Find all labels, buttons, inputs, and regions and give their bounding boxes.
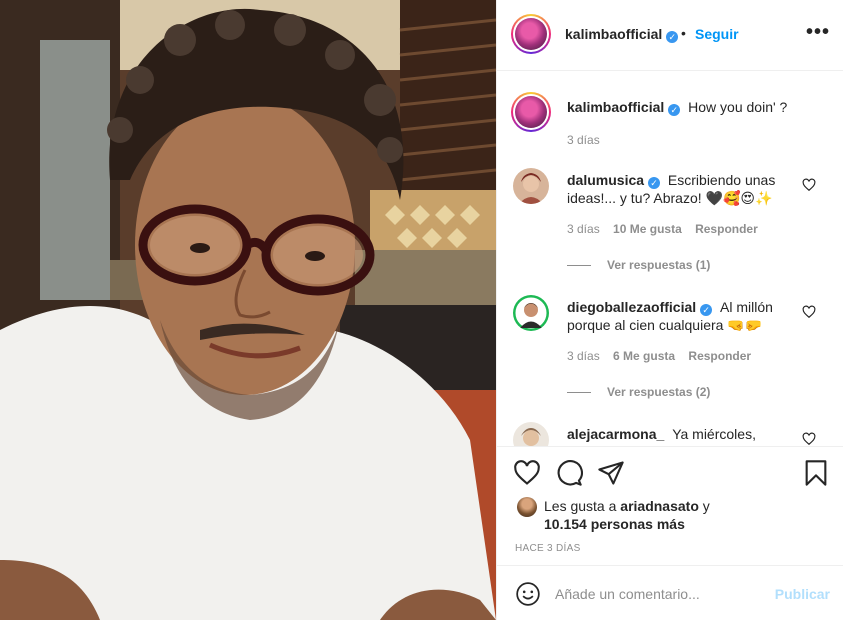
comment-item: alejacarmona_ Ya miércoles,	[497, 422, 843, 446]
comment-input[interactable]	[555, 582, 755, 606]
comments-list[interactable]: kalimbaofficial ✓ How you doin' ? 3 días …	[497, 72, 843, 446]
caption: kalimbaofficial ✓ How you doin' ? 3 días	[497, 88, 843, 158]
heart-icon[interactable]	[802, 432, 816, 446]
caption-time: 3 días	[567, 133, 600, 147]
likes-line-1: Les gusta a ariadnasato y	[544, 497, 710, 516]
reply-button[interactable]: Responder	[695, 222, 758, 236]
post-photo[interactable]	[0, 0, 496, 620]
header-separator: •	[681, 25, 686, 41]
comment-username[interactable]: dalumusica ✓	[567, 172, 661, 189]
reply-button[interactable]: Responder	[688, 349, 751, 363]
comment-likes[interactable]: 10 Me gusta	[613, 222, 682, 236]
verified-badge-icon: ✓	[700, 304, 713, 316]
comment-meta: 3 días 6 Me gusta Responder	[567, 349, 761, 363]
post-side-panel: kalimbaofficial ✓ • Seguir ••• kalimbaoff…	[496, 0, 843, 620]
emoji-icon[interactable]	[515, 581, 541, 607]
comment-likes[interactable]: 6 Me gusta	[613, 349, 675, 363]
comment-meta: 3 días 10 Me gusta Responder	[567, 222, 768, 236]
comment-time: 3 días	[567, 349, 600, 363]
caption-author-avatar[interactable]	[511, 92, 551, 132]
comment-username[interactable]: alejacarmona_	[567, 426, 664, 442]
post-timestamp: HACE 3 DÍAS	[515, 543, 581, 554]
comment-item: diegoballezaofficial ✓ Al millón porque a…	[497, 295, 843, 405]
likes-prefix: Les gusta a	[544, 498, 617, 514]
heart-icon[interactable]	[513, 459, 541, 487]
author-avatar[interactable]	[511, 14, 551, 54]
more-options-icon[interactable]: •••	[806, 22, 830, 42]
view-replies-button[interactable]: Ver respuestas (2)	[567, 385, 710, 399]
comment-item: dalumusica ✓ Escribiendo unas ideas!... y…	[497, 168, 843, 278]
post-header: kalimbaofficial ✓ • Seguir •••	[497, 0, 843, 71]
caption-text-line: kalimbaofficial ✓ How you doin' ?	[567, 98, 797, 116]
comment-text-line: alejacarmona_ Ya miércoles,	[567, 425, 797, 443]
publish-button[interactable]: Publicar	[775, 586, 830, 602]
verified-badge-icon: ✓	[666, 31, 679, 43]
verified-badge-icon: ✓	[648, 177, 661, 189]
likes-count[interactable]: 10.154 personas más	[544, 515, 685, 534]
share-icon[interactable]	[597, 459, 625, 487]
comment-icon[interactable]	[555, 459, 583, 487]
author-username[interactable]: kalimbaofficial ✓	[565, 26, 679, 43]
comment-text-line: dalumusica ✓ Escribiendo unas ideas!... y…	[567, 171, 797, 207]
liker-avatar[interactable]	[517, 497, 537, 517]
caption-username[interactable]: kalimbaofficial ✓	[567, 99, 681, 116]
commenter-avatar[interactable]	[513, 422, 549, 446]
comment-username[interactable]: diegoballezaofficial ✓	[567, 299, 713, 316]
commenter-avatar[interactable]	[513, 295, 549, 331]
view-replies-button[interactable]: Ver respuestas (1)	[567, 258, 710, 272]
comment-text-line: diegoballezaofficial ✓ Al millón porque a…	[567, 298, 797, 334]
photo-illustration	[0, 0, 496, 620]
comment-composer: Publicar	[497, 565, 843, 620]
caption-text: How you doin' ?	[688, 99, 788, 115]
verified-badge-icon: ✓	[668, 104, 681, 116]
post-actions: Les gusta a ariadnasato y 10.154 persona…	[497, 446, 843, 558]
bookmark-icon[interactable]	[802, 459, 830, 487]
heart-icon[interactable]	[802, 305, 816, 319]
follow-button[interactable]: Seguir	[695, 26, 739, 42]
liker-username[interactable]: ariadnasato	[620, 498, 699, 514]
comment-text: Ya miércoles,	[672, 426, 756, 442]
commenter-avatar[interactable]	[513, 168, 549, 204]
likes-connector: y	[702, 498, 710, 514]
heart-icon[interactable]	[802, 178, 816, 192]
comment-time: 3 días	[567, 222, 600, 236]
